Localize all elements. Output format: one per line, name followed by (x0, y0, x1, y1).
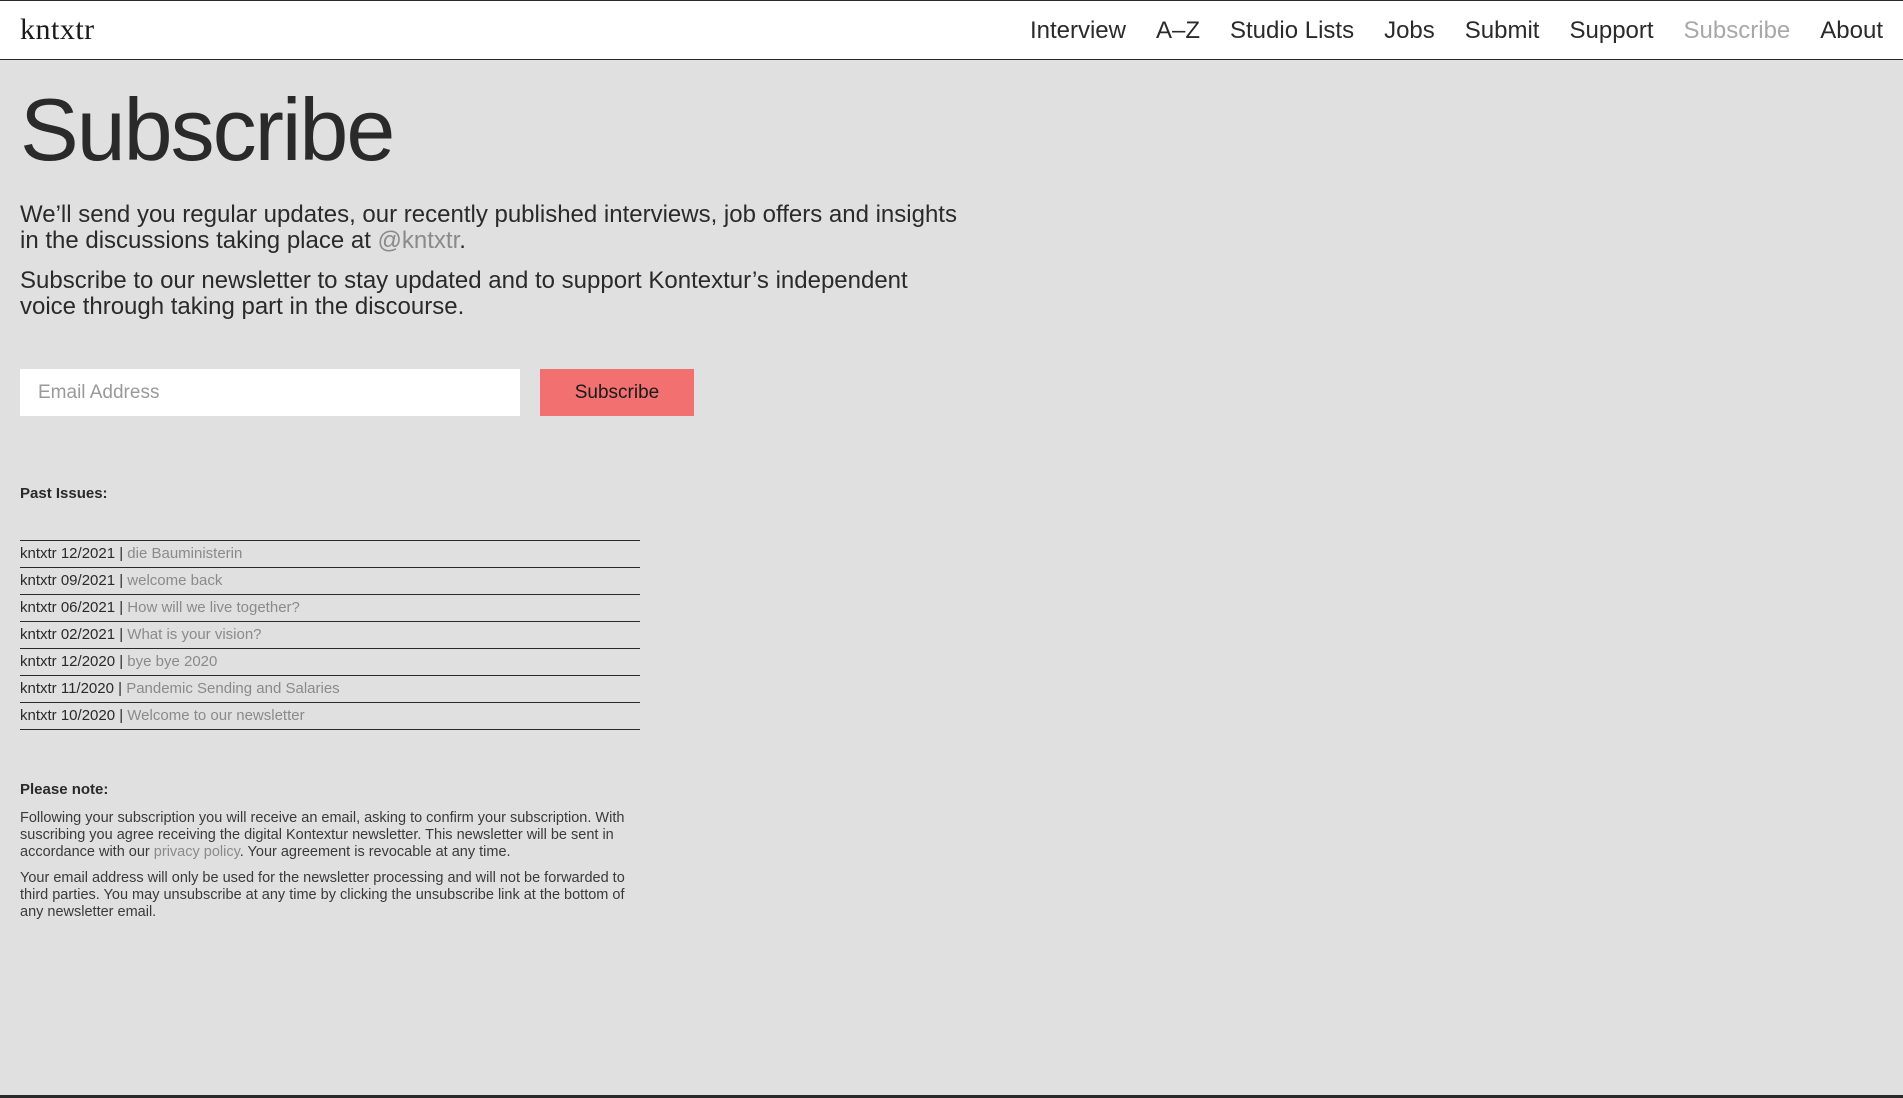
top-navigation-bar: kntxtr Interview A–Z Studio Lists Jobs S… (0, 0, 1903, 60)
issue-item[interactable]: kntxtr 06/2021 | How will we live togeth… (20, 595, 640, 622)
nav-subscribe[interactable]: Subscribe (1684, 17, 1791, 45)
please-note-text: Following your subscription you will rec… (20, 810, 645, 930)
subscribe-button[interactable]: Subscribe (540, 369, 694, 416)
issue-id: kntxtr 09/2021 (20, 572, 116, 589)
note-paragraph-2: Your email address will only be used for… (20, 870, 625, 920)
issue-title[interactable]: Pandemic Sending and Salaries (126, 680, 339, 697)
issue-id: kntxtr 10/2020 (20, 707, 116, 724)
please-note-label: Please note: (20, 781, 109, 798)
issue-id: kntxtr 11/2020 (20, 680, 114, 697)
nav-studio-lists[interactable]: Studio Lists (1230, 17, 1354, 45)
past-issues-list: kntxtr 12/2021 | die Bauministerin kntxt… (20, 540, 640, 730)
intro-paragraph-1-end: . (459, 227, 466, 254)
note-paragraph-1: Following your subscription you will rec… (20, 810, 645, 861)
nav-a-z[interactable]: A–Z (1156, 17, 1200, 45)
nav-jobs[interactable]: Jobs (1384, 17, 1435, 45)
kntxtr-handle-link[interactable]: @kntxtr (378, 227, 460, 254)
email-field[interactable] (20, 369, 520, 416)
site-logo[interactable]: kntxtr (20, 13, 95, 47)
nav-submit[interactable]: Submit (1465, 17, 1540, 45)
issue-title[interactable]: die Bauministerin (127, 545, 242, 562)
issue-id: kntxtr 12/2020 (20, 653, 116, 670)
note-paragraph-1-after: . Your agreement is revocable at any tim… (239, 844, 511, 860)
issue-id: kntxtr 06/2021 (20, 599, 116, 616)
issue-title[interactable]: What is your vision? (127, 626, 261, 643)
nav-about[interactable]: About (1820, 17, 1883, 45)
main-nav: Interview A–Z Studio Lists Jobs Submit S… (1030, 17, 1883, 45)
issue-item[interactable]: kntxtr 10/2020 | Welcome to our newslett… (20, 703, 640, 730)
intro-paragraph-2: Subscribe to our newsletter to stay upda… (20, 267, 908, 320)
page-title: Subscribe (20, 80, 395, 179)
issue-title[interactable]: welcome back (127, 572, 222, 589)
nav-interview[interactable]: Interview (1030, 17, 1126, 45)
intro-text: We’ll send you regular updates, our rece… (20, 202, 960, 320)
issue-title[interactable]: Welcome to our newsletter (127, 707, 304, 724)
issue-title[interactable]: bye bye 2020 (127, 653, 217, 670)
intro-paragraph-1: We’ll send you regular updates, our rece… (20, 202, 960, 254)
issue-item[interactable]: kntxtr 09/2021 | welcome back (20, 568, 640, 595)
issue-item[interactable]: kntxtr 12/2021 | die Bauministerin (20, 541, 640, 568)
intro-paragraph-1-text: We’ll send you regular updates, our rece… (20, 201, 957, 254)
issue-item[interactable]: kntxtr 02/2021 | What is your vision? (20, 622, 640, 649)
issue-id: kntxtr 02/2021 (20, 626, 116, 643)
nav-support[interactable]: Support (1569, 17, 1653, 45)
main-content: Subscribe We’ll send you regular updates… (20, 80, 980, 334)
past-issues-label: Past Issues: (20, 485, 108, 502)
subscribe-form: Subscribe (20, 369, 694, 416)
issue-id: kntxtr 12/2021 (20, 545, 116, 562)
issue-item[interactable]: kntxtr 12/2020 | bye bye 2020 (20, 649, 640, 676)
issue-title[interactable]: How will we live together? (127, 599, 300, 616)
issue-item[interactable]: kntxtr 11/2020 | Pandemic Sending and Sa… (20, 676, 640, 703)
privacy-policy-link[interactable]: privacy policy (154, 844, 240, 860)
